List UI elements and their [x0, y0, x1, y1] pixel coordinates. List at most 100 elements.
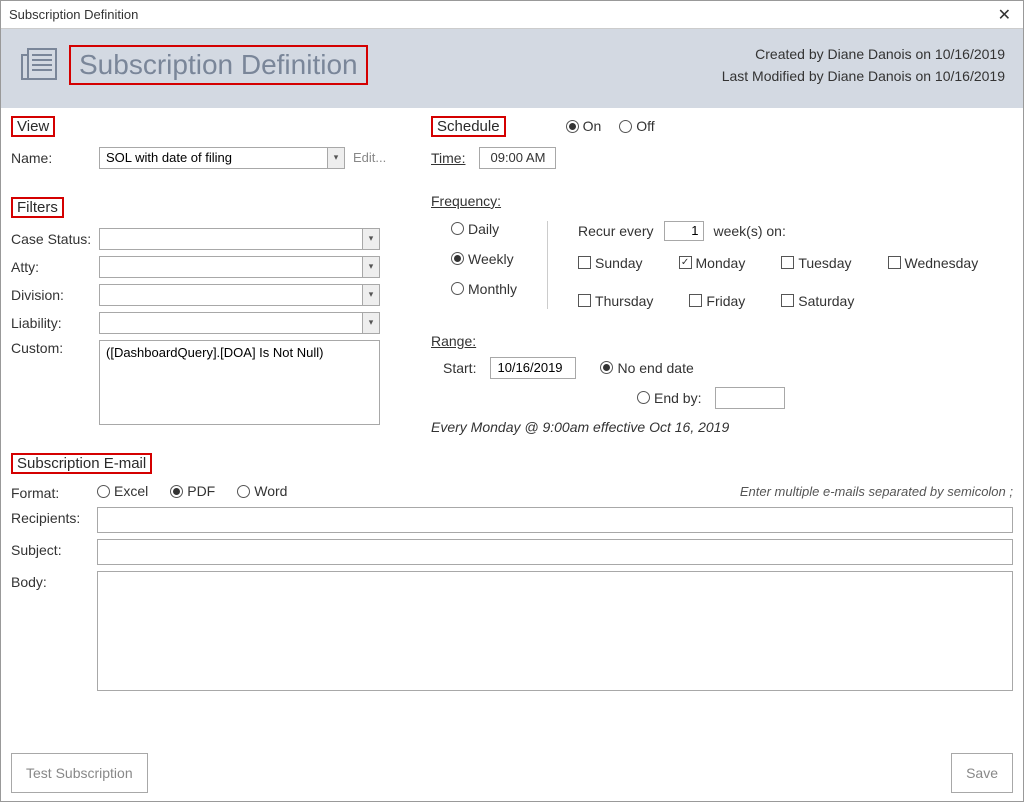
- checkbox-icon: [578, 256, 591, 269]
- created-by-text: Created by Diane Danois on 10/16/2019: [722, 43, 1005, 65]
- excel-label: Excel: [114, 483, 148, 499]
- checkbox-icon: [781, 256, 794, 269]
- chevron-down-icon[interactable]: ▾: [362, 284, 380, 306]
- format-pdf-radio[interactable]: PDF: [170, 483, 215, 499]
- titlebar: Subscription Definition ✕: [1, 1, 1023, 29]
- page-title: Subscription Definition: [69, 45, 368, 85]
- end-by-input[interactable]: [715, 387, 785, 409]
- schedule-section: Schedule On Off: [431, 116, 1013, 435]
- start-date-input[interactable]: [490, 357, 576, 379]
- radio-icon: [566, 120, 579, 133]
- time-label: Time:: [431, 150, 465, 166]
- recipients-hint: Enter multiple e-mails separated by semi…: [740, 484, 1013, 499]
- recur-label: Recur every: [578, 223, 653, 239]
- close-icon[interactable]: ✕: [994, 5, 1015, 25]
- checkbox-icon: [578, 294, 591, 307]
- day-monday-check[interactable]: Monday: [679, 255, 746, 271]
- schedule-section-title: Schedule: [431, 116, 506, 137]
- case-status-combo[interactable]: ▾: [99, 228, 380, 250]
- name-input[interactable]: [99, 147, 327, 169]
- radio-icon: [237, 485, 250, 498]
- sunday-label: Sunday: [595, 255, 642, 271]
- atty-combo[interactable]: ▾: [99, 256, 380, 278]
- weekly-label: Weekly: [468, 251, 514, 267]
- chevron-down-icon[interactable]: ▾: [362, 256, 380, 278]
- schedule-on-radio[interactable]: On: [566, 118, 602, 134]
- division-combo[interactable]: ▾: [99, 284, 380, 306]
- custom-filter-textarea[interactable]: ([DashboardQuery].[DOA] Is Not Null): [99, 340, 380, 425]
- checkbox-icon: [888, 256, 901, 269]
- day-friday-check[interactable]: Friday: [689, 293, 745, 309]
- atty-label: Atty:: [11, 259, 93, 275]
- case-status-label: Case Status:: [11, 231, 93, 247]
- saturday-label: Saturday: [798, 293, 854, 309]
- recur-input[interactable]: [664, 221, 704, 241]
- monday-label: Monday: [696, 255, 746, 271]
- day-sunday-check[interactable]: Sunday: [578, 255, 642, 271]
- division-input[interactable]: [99, 284, 362, 306]
- radio-icon: [619, 120, 632, 133]
- radio-icon: [170, 485, 183, 498]
- view-section-title: View: [11, 116, 55, 137]
- email-section-title: Subscription E-mail: [11, 453, 152, 474]
- body-textarea[interactable]: [97, 571, 1013, 691]
- schedule-off-radio[interactable]: Off: [619, 118, 654, 134]
- checkbox-icon: [679, 256, 692, 269]
- thursday-label: Thursday: [595, 293, 653, 309]
- subject-label: Subject:: [11, 539, 89, 558]
- no-end-label: No end date: [617, 360, 693, 376]
- liability-label: Liability:: [11, 315, 93, 331]
- day-wednesday-check[interactable]: Wednesday: [888, 255, 979, 271]
- time-input[interactable]: 09:00 AM: [479, 147, 556, 169]
- custom-label: Custom:: [11, 340, 93, 356]
- save-button[interactable]: Save: [951, 753, 1013, 793]
- atty-input[interactable]: [99, 256, 362, 278]
- division-label: Division:: [11, 287, 93, 303]
- end-by-radio[interactable]: End by:: [637, 390, 701, 406]
- off-label: Off: [636, 118, 654, 134]
- liability-combo[interactable]: ▾: [99, 312, 380, 334]
- frequency-label: Frequency:: [431, 193, 501, 209]
- day-saturday-check[interactable]: Saturday: [781, 293, 854, 309]
- filters-section-title: Filters: [11, 197, 64, 218]
- content: View Name: ▾ Edit... Filters Case Sta: [1, 108, 1023, 747]
- case-status-input[interactable]: [99, 228, 362, 250]
- radio-icon: [97, 485, 110, 498]
- subject-input[interactable]: [97, 539, 1013, 565]
- radio-icon: [451, 222, 464, 235]
- liability-input[interactable]: [99, 312, 362, 334]
- frequency-daily-radio[interactable]: Daily: [451, 221, 517, 237]
- format-excel-radio[interactable]: Excel: [97, 483, 148, 499]
- start-label: Start:: [443, 360, 476, 376]
- edit-link[interactable]: Edit...: [353, 150, 386, 165]
- frequency-monthly-radio[interactable]: Monthly: [451, 281, 517, 297]
- footer: Test Subscription Save: [1, 747, 1023, 801]
- recipients-input[interactable]: [97, 507, 1013, 533]
- schedule-summary: Every Monday @ 9:00am effective Oct 16, …: [431, 419, 1013, 435]
- recur-unit: week(s) on:: [714, 223, 786, 239]
- modified-by-text: Last Modified by Diane Danois on 10/16/2…: [722, 65, 1005, 87]
- name-combo[interactable]: ▾: [99, 147, 345, 169]
- radio-icon: [451, 282, 464, 295]
- checkbox-icon: [781, 294, 794, 307]
- format-word-radio[interactable]: Word: [237, 483, 287, 499]
- pdf-label: PDF: [187, 483, 215, 499]
- frequency-weekly-radio[interactable]: Weekly: [451, 251, 517, 267]
- chevron-down-icon[interactable]: ▾: [362, 228, 380, 250]
- chevron-down-icon[interactable]: ▾: [362, 312, 380, 334]
- end-by-label: End by:: [654, 390, 701, 406]
- chevron-down-icon[interactable]: ▾: [327, 147, 345, 169]
- wednesday-label: Wednesday: [905, 255, 979, 271]
- checkbox-icon: [689, 294, 702, 307]
- no-end-date-radio[interactable]: No end date: [600, 360, 693, 376]
- test-subscription-button[interactable]: Test Subscription: [11, 753, 148, 793]
- email-section: Subscription E-mail Format: Excel PDF Wo…: [11, 453, 1013, 691]
- banner-meta: Created by Diane Danois on 10/16/2019 La…: [722, 43, 1005, 88]
- format-label: Format:: [11, 482, 89, 501]
- radio-icon: [637, 391, 650, 404]
- daily-label: Daily: [468, 221, 499, 237]
- word-label: Word: [254, 483, 287, 499]
- day-tuesday-check[interactable]: Tuesday: [781, 255, 851, 271]
- radio-icon: [600, 361, 613, 374]
- day-thursday-check[interactable]: Thursday: [578, 293, 653, 309]
